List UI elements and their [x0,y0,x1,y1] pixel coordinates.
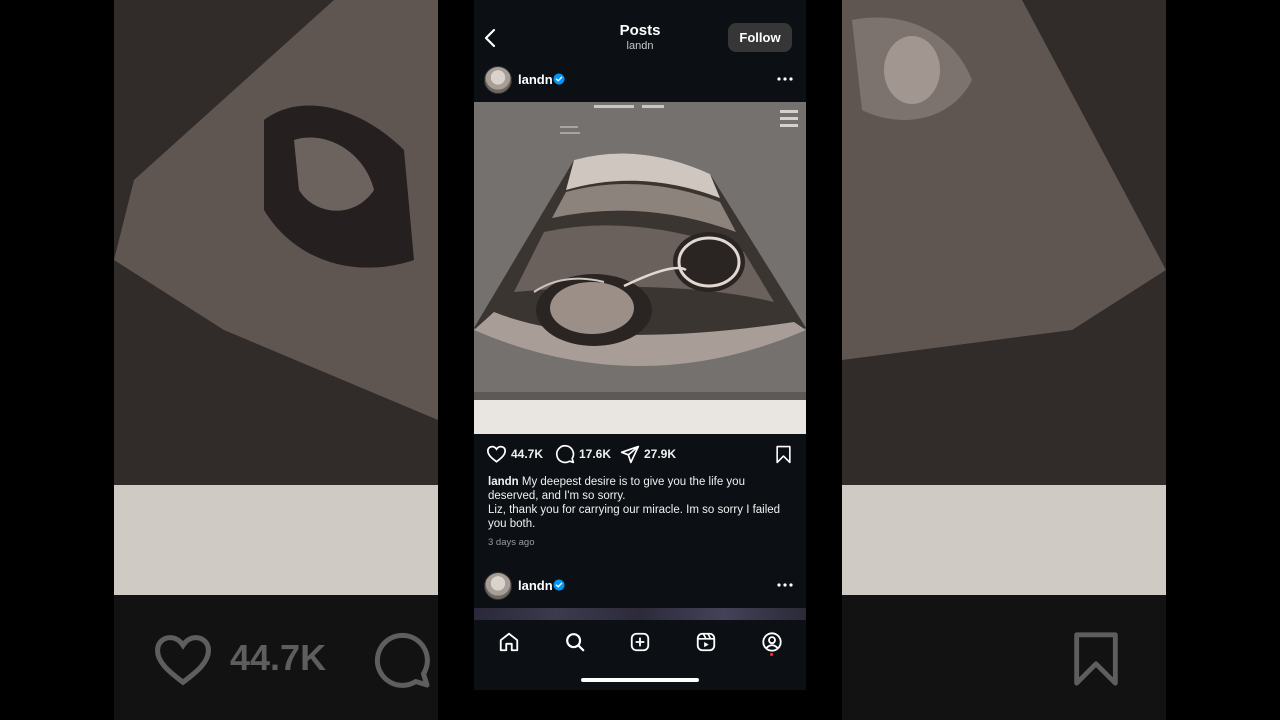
next-post-image[interactable] [474,608,806,620]
background-photo-right [842,0,1166,595]
post-username[interactable]: landn [518,72,553,87]
home-icon [499,632,519,652]
background-comment-icon [372,630,432,690]
background-blur-right [842,0,1166,720]
create-icon [630,632,650,652]
post-image[interactable] [474,102,806,434]
background-blur-left: 44.7K [114,0,438,720]
posts-header: Posts landn Follow [474,0,806,60]
next-post-username[interactable]: landn [518,578,553,593]
tab-create[interactable] [627,629,653,655]
caption-text-line2: Liz, thank you for carrying our miracle.… [488,504,781,530]
avatar[interactable] [484,66,512,94]
heart-icon [486,445,507,463]
app-screen: Posts landn Follow landn 44.7K 17.6K 27.… [474,0,806,690]
comment-count: 17.6K [579,447,612,461]
profile-icon [762,632,782,652]
phone-frame: Posts landn Follow landn 44.7K 17.6K 27.… [438,0,842,720]
ultrasound-photo [474,102,806,434]
share-count: 27.9K [644,447,677,461]
background-photo-left [114,0,438,595]
tab-home[interactable] [496,629,522,655]
verified-badge-icon [553,73,565,85]
next-post-header: landn [474,568,806,604]
bookmark-icon [776,445,791,464]
comment-icon [555,444,575,464]
more-horizontal-icon [777,583,793,587]
search-icon [566,633,585,652]
share-button[interactable]: 27.9K [620,444,676,464]
like-count: 44.7K [511,446,544,461]
more-options-button[interactable] [774,68,796,90]
post-timestamp: 3 days ago [488,537,535,548]
avatar[interactable] [484,572,512,600]
reels-icon [696,632,716,652]
notification-dot [770,653,773,656]
caption-username[interactable]: landn [488,476,519,488]
post-caption: landn My deepest desire is to give you t… [488,475,788,531]
comment-button[interactable]: 17.6K [555,444,611,464]
tab-profile[interactable] [759,629,785,655]
background-bookmark-icon [1070,630,1122,688]
verified-badge-icon [553,579,565,591]
background-likes-count: 44.7K [230,637,327,678]
save-button[interactable] [775,445,792,469]
post-actions: 44.7K 17.6K 27.9K [474,440,806,470]
tab-reels[interactable] [693,629,719,655]
follow-button[interactable]: Follow [728,23,792,52]
home-indicator[interactable] [581,678,699,682]
caption-text-line1: My deepest desire is to give you the lif… [488,476,745,502]
more-horizontal-icon [777,77,793,81]
like-button[interactable]: 44.7K [486,444,543,463]
send-icon [620,445,640,464]
background-likes: 44.7K [152,630,326,686]
next-post-more-button[interactable] [774,574,796,596]
tab-search[interactable] [562,629,588,655]
post-header: landn [474,62,806,98]
